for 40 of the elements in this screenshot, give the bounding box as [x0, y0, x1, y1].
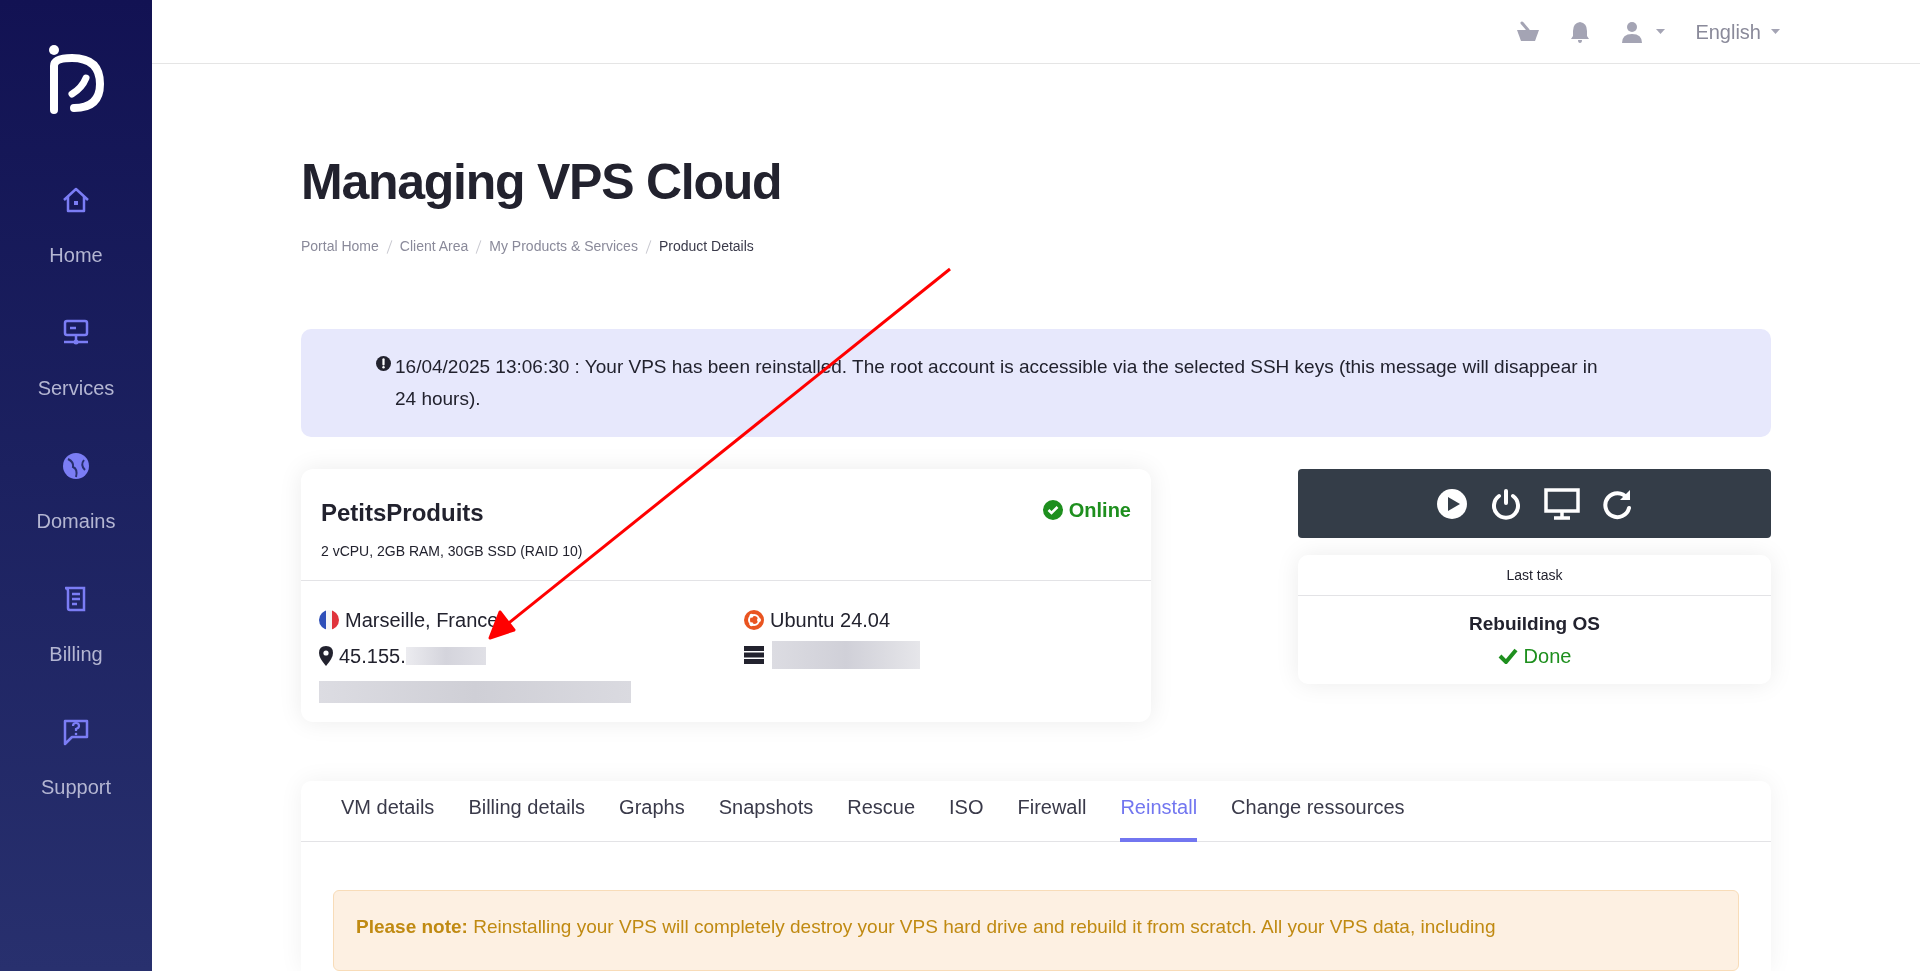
- exclamation-icon: [376, 356, 391, 371]
- os-name: Ubuntu 24.04: [770, 608, 891, 633]
- sidebar-item[interactable]: Support: [40, 772, 111, 802]
- note-message: Please note: Reinstalling your VPS will completely destroy your VPS hard drive and rebuild it from scratch. All your VPS data, including: [356, 915, 1497, 939]
- caret-icon: [1771, 28, 1780, 35]
- current-page-label: Product Details: [658, 237, 754, 256]
- flag-icon: [319, 610, 339, 630]
- power-icon[interactable]: [1489, 487, 1522, 520]
- monitor-icon[interactable]: [1543, 487, 1580, 520]
- map-pin-icon: [319, 646, 333, 666]
- status-indicator: Online: [1042, 495, 1131, 525]
- tab[interactable]: Firewall: [1017, 792, 1087, 842]
- breadcrumb-link[interactable]: Portal Home: [301, 236, 379, 257]
- check-circle-icon: [1042, 500, 1063, 520]
- tab[interactable]: Change ressources: [1231, 792, 1405, 842]
- tab[interactable]: Reinstall: [1120, 792, 1198, 842]
- tab[interactable]: VM details: [341, 792, 435, 842]
- page-title: Managing VPS Cloud: [301, 153, 783, 212]
- sidebar-item[interactable]: Services: [37, 373, 115, 403]
- sidebar-item[interactable]: Domains: [36, 506, 116, 536]
- globe-icon: [60, 450, 92, 482]
- ip-address: 45.155.: [339, 644, 406, 669]
- ubuntu-icon: [744, 610, 764, 630]
- breadcrumb-link[interactable]: My Products & Services: [489, 236, 638, 257]
- server-specs: 2 vCPU, 2GB RAM, 30GB SSD (RAID 10): [321, 542, 583, 561]
- play-icon[interactable]: [1435, 487, 1468, 520]
- tab[interactable]: Snapshots: [718, 792, 814, 842]
- server-name: PetitsProduits: [321, 498, 485, 528]
- tab[interactable]: Billing details: [468, 792, 586, 842]
- tab[interactable]: ISO: [949, 792, 984, 842]
- checkmark-icon: [1497, 647, 1518, 664]
- logo-icon: [46, 44, 106, 116]
- sidebar-item[interactable]: Billing: [49, 639, 103, 669]
- server-icon: [744, 646, 764, 664]
- task-result: Done: [1497, 640, 1572, 671]
- tab[interactable]: Graphs: [619, 792, 685, 842]
- tab[interactable]: Rescue: [847, 792, 916, 842]
- sidebar-item[interactable]: Home: [49, 240, 103, 270]
- last-task-heading: Last task: [1506, 565, 1563, 585]
- task-name: Rebuilding OS: [1469, 612, 1600, 636]
